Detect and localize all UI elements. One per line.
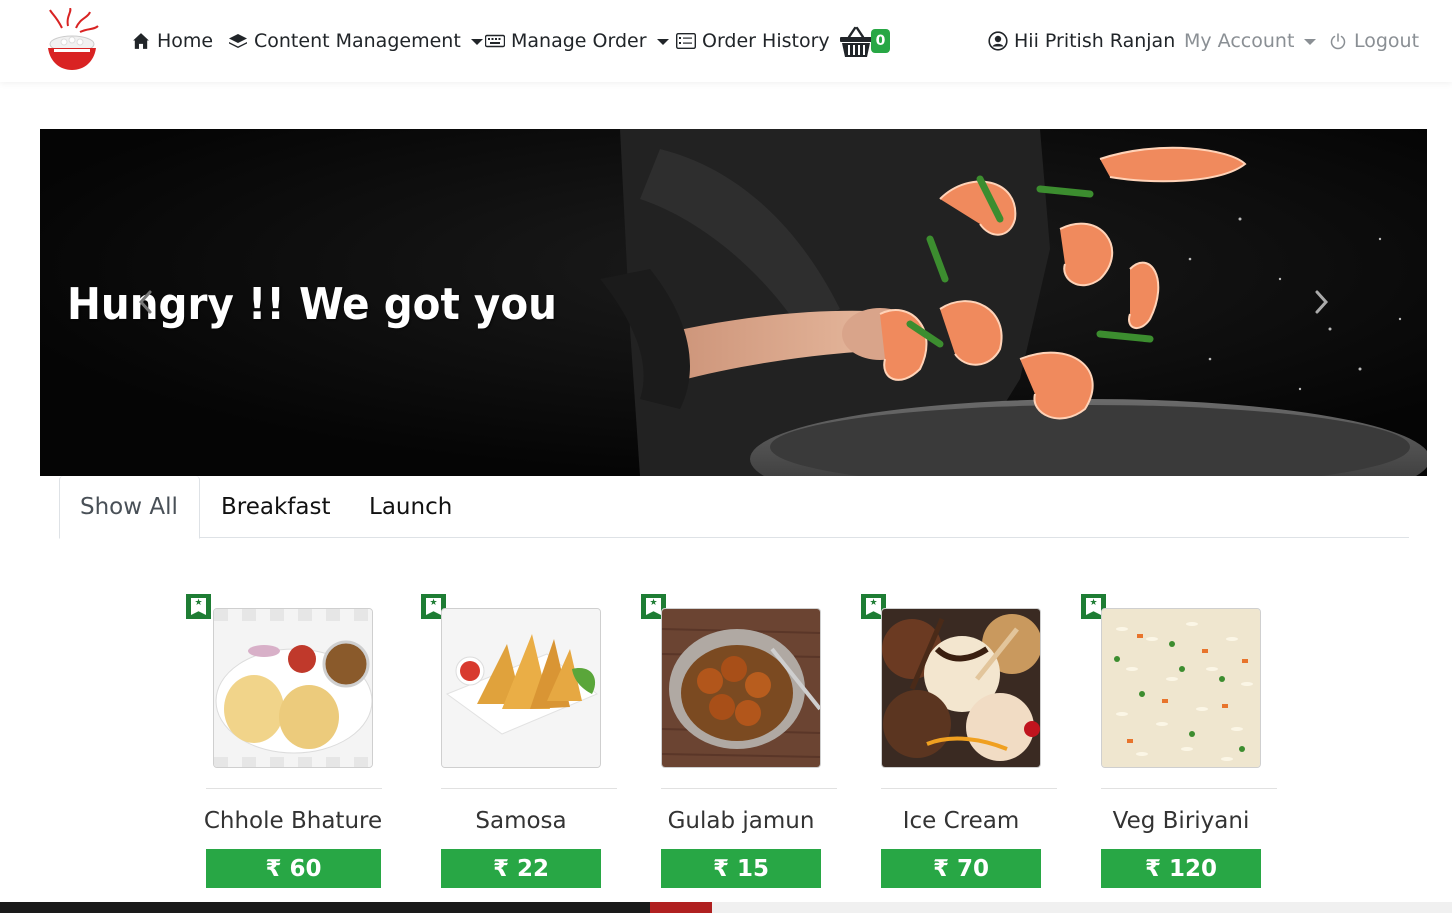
product-card: ★ Chhole Bhature ₹ 60 (186, 594, 386, 894)
hero-carousel: Hungry !! We got you (40, 129, 1427, 476)
tab-show-all[interactable]: Show All (59, 476, 200, 539)
home-icon (131, 31, 151, 51)
basket-icon (840, 26, 872, 57)
card-divider (881, 788, 1057, 789)
user-circle-icon (988, 31, 1008, 51)
card-divider (206, 788, 382, 789)
chevron-down-icon (470, 39, 483, 45)
cart-button[interactable]: 0 (840, 25, 892, 59)
tab-breakfast[interactable]: Breakfast (201, 476, 351, 538)
price-button[interactable]: ₹ 22 (441, 849, 601, 888)
price-button[interactable]: ₹ 120 (1101, 849, 1261, 888)
product-image-chhole-bhature[interactable] (213, 608, 373, 768)
product-name: Gulab jamun (667, 808, 815, 834)
nav-order-history[interactable]: Order History (676, 27, 830, 55)
nav-my-account-label: My Account (1184, 30, 1295, 52)
product-image-gulab-jamun[interactable] (661, 608, 821, 768)
power-icon (1328, 31, 1348, 51)
price-button[interactable]: ₹ 70 (881, 849, 1041, 888)
nav-user-greeting[interactable]: Hii Pritish Ranjan (988, 27, 1175, 55)
chevron-right-icon (1315, 290, 1329, 314)
chevron-down-icon (1304, 39, 1317, 45)
card-divider (1101, 788, 1277, 789)
bookmark-icon[interactable]: ★ (186, 594, 211, 619)
brand-logo[interactable] (42, 8, 100, 74)
carousel-prev-button[interactable] (130, 287, 160, 317)
price-button[interactable]: ₹ 60 (206, 849, 381, 888)
layers-icon (228, 31, 248, 51)
keyboard-icon (485, 31, 505, 51)
price-button[interactable]: ₹ 15 (661, 849, 821, 888)
nav-home[interactable]: Home (131, 27, 213, 55)
nav-logout-label: Logout (1354, 30, 1420, 52)
nav-content-management-dropdown[interactable]: Content Management (228, 27, 483, 55)
product-name: Samosa (475, 808, 567, 834)
category-tabs: Show All Breakfast Launch (59, 476, 1409, 539)
bottom-edge-strip (0, 902, 1452, 913)
chevron-left-icon (138, 290, 152, 314)
card-divider (661, 788, 837, 789)
nav-manage-order-label: Manage Order (511, 30, 647, 52)
nav-greeting-label: Hii Pritish Ranjan (1014, 30, 1176, 52)
nav-content-management-label: Content Management (254, 30, 461, 52)
product-image-ice-cream[interactable] (881, 608, 1041, 768)
nav-order-history-label: Order History (702, 30, 830, 52)
navbar: Home Content Management Manage Order Ord… (0, 0, 1452, 82)
cart-count-badge: 0 (871, 29, 890, 53)
product-name: Ice Cream (902, 808, 1020, 834)
carousel-next-button[interactable] (1307, 287, 1337, 317)
product-card: ★ Ice Cream ₹ 70 (861, 594, 1061, 894)
product-card: ★ Gulab jamun ₹ 15 (641, 594, 841, 894)
tab-launch[interactable]: Launch (349, 476, 472, 538)
product-name: Chhole Bhature (203, 808, 383, 834)
product-image-samosa[interactable] (441, 608, 601, 768)
nav-logout[interactable]: Logout (1328, 27, 1419, 55)
product-card: ★ Veg Biriyani ₹ 120 (1081, 594, 1281, 894)
card-divider (441, 788, 617, 789)
receipt-icon (676, 31, 696, 51)
nav-my-account-dropdown[interactable]: My Account (1184, 27, 1317, 55)
product-card: ★ Samosa ₹ 22 (421, 594, 621, 894)
nav-home-label: Home (157, 30, 214, 52)
nav-manage-order-dropdown[interactable]: Manage Order (485, 27, 669, 55)
chevron-down-icon (656, 39, 669, 45)
product-name: Veg Biriyani (1112, 808, 1250, 834)
product-image-veg-biriyani[interactable] (1101, 608, 1261, 768)
